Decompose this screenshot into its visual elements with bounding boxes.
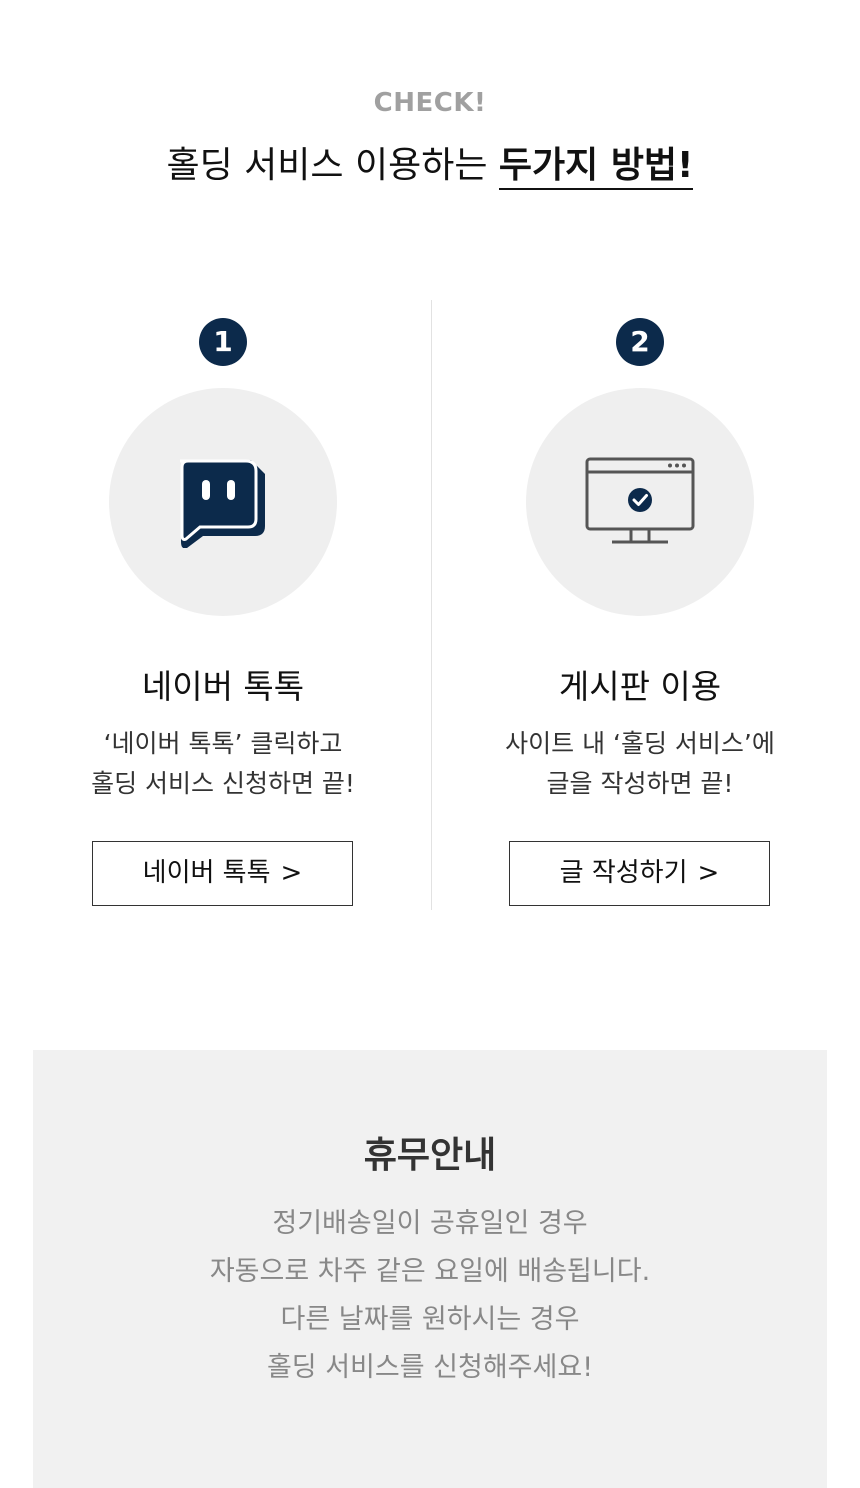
board-monitor-check-icon <box>585 457 695 544</box>
description-line: 홀딩 서비스 신청하면 끝! <box>91 769 355 798</box>
button-label: 네이버 톡톡 <box>142 858 271 888</box>
description-line: ‘네이버 톡톡’ 클릭하고 <box>103 729 343 758</box>
notice-title: 휴무안내 <box>363 1135 497 1176</box>
page-headline: 홀딩 서비스 이용하는 두가지 방법! <box>0 136 860 190</box>
column-divider <box>431 300 432 910</box>
chevron-right-icon: > <box>280 858 303 888</box>
button-label: 글 작성하기 <box>559 858 688 888</box>
notice-line: 정기배송일이 공휴일인 경우 <box>272 1208 588 1239</box>
talktalk-button[interactable]: 네이버 톡톡 > <box>92 841 353 906</box>
notice-line: 다른 날짜를 원하시는 경우 <box>280 1304 580 1335</box>
notice-body: 정기배송일이 공휴일인 경우 자동으로 차주 같은 요일에 배송됩니다. 다른 … <box>33 1200 827 1392</box>
headline-emphasis: 두가지 방법! <box>498 145 694 190</box>
method-title: 게시판 이용 <box>558 667 722 706</box>
chevron-right-icon: > <box>697 858 720 888</box>
icon-circle <box>109 388 337 616</box>
step-number-badge: 1 <box>199 318 247 366</box>
method-description: 사이트 내 ‘홀딩 서비스’에 글을 작성하면 끝! <box>440 724 840 804</box>
notice-line: 자동으로 차주 같은 요일에 배송됩니다. <box>209 1256 651 1287</box>
check-label: CHECK! <box>373 88 487 118</box>
talktalk-chat-icon <box>180 459 265 548</box>
description-line: 글을 작성하면 끝! <box>546 769 734 798</box>
method-description: ‘네이버 톡톡’ 클릭하고 홀딩 서비스 신청하면 끝! <box>23 724 423 804</box>
description-line: 사이트 내 ‘홀딩 서비스’에 <box>505 729 775 758</box>
icon-circle <box>526 388 754 616</box>
write-post-button[interactable]: 글 작성하기 > <box>509 841 770 906</box>
method-title: 네이버 톡톡 <box>141 667 305 706</box>
headline-prefix: 홀딩 서비스 이용하는 <box>166 145 499 186</box>
step-number-badge: 2 <box>616 318 664 366</box>
holiday-notice: 휴무안내 정기배송일이 공휴일인 경우 자동으로 차주 같은 요일에 배송됩니다… <box>33 1050 827 1488</box>
notice-line: 홀딩 서비스를 신청해주세요! <box>266 1352 594 1383</box>
